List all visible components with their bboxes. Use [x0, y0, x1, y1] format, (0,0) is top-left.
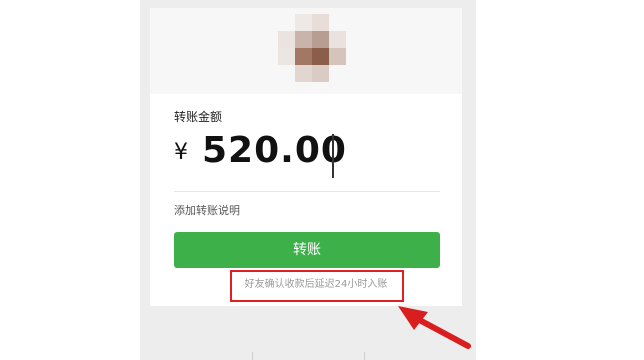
recipient-header	[150, 8, 462, 94]
keyboard-top-edge	[140, 352, 476, 360]
transfer-card: 转账金额 ¥ 520.00 添加转账说明 转账 好友确认收款后延迟24小时入账	[150, 8, 462, 306]
phone-screen: 转账金额 ¥ 520.00 添加转账说明 转账 好友确认收款后延迟24小时入账	[140, 0, 476, 360]
amount-input[interactable]: ¥ 520.00	[174, 126, 454, 186]
divider	[174, 191, 440, 192]
transfer-button[interactable]: 转账	[174, 232, 440, 268]
blurred-avatar-icon	[278, 14, 346, 82]
highlight-box	[230, 270, 404, 302]
amount-value: 520.00	[202, 130, 347, 171]
amount-label: 转账金额	[174, 110, 223, 124]
text-cursor	[332, 134, 334, 178]
currency-symbol: ¥	[174, 140, 188, 165]
screenshot-stage: 转账金额 ¥ 520.00 添加转账说明 转账 好友确认收款后延迟24小时入账	[0, 0, 644, 360]
add-transfer-note-link[interactable]: 添加转账说明	[174, 202, 240, 218]
